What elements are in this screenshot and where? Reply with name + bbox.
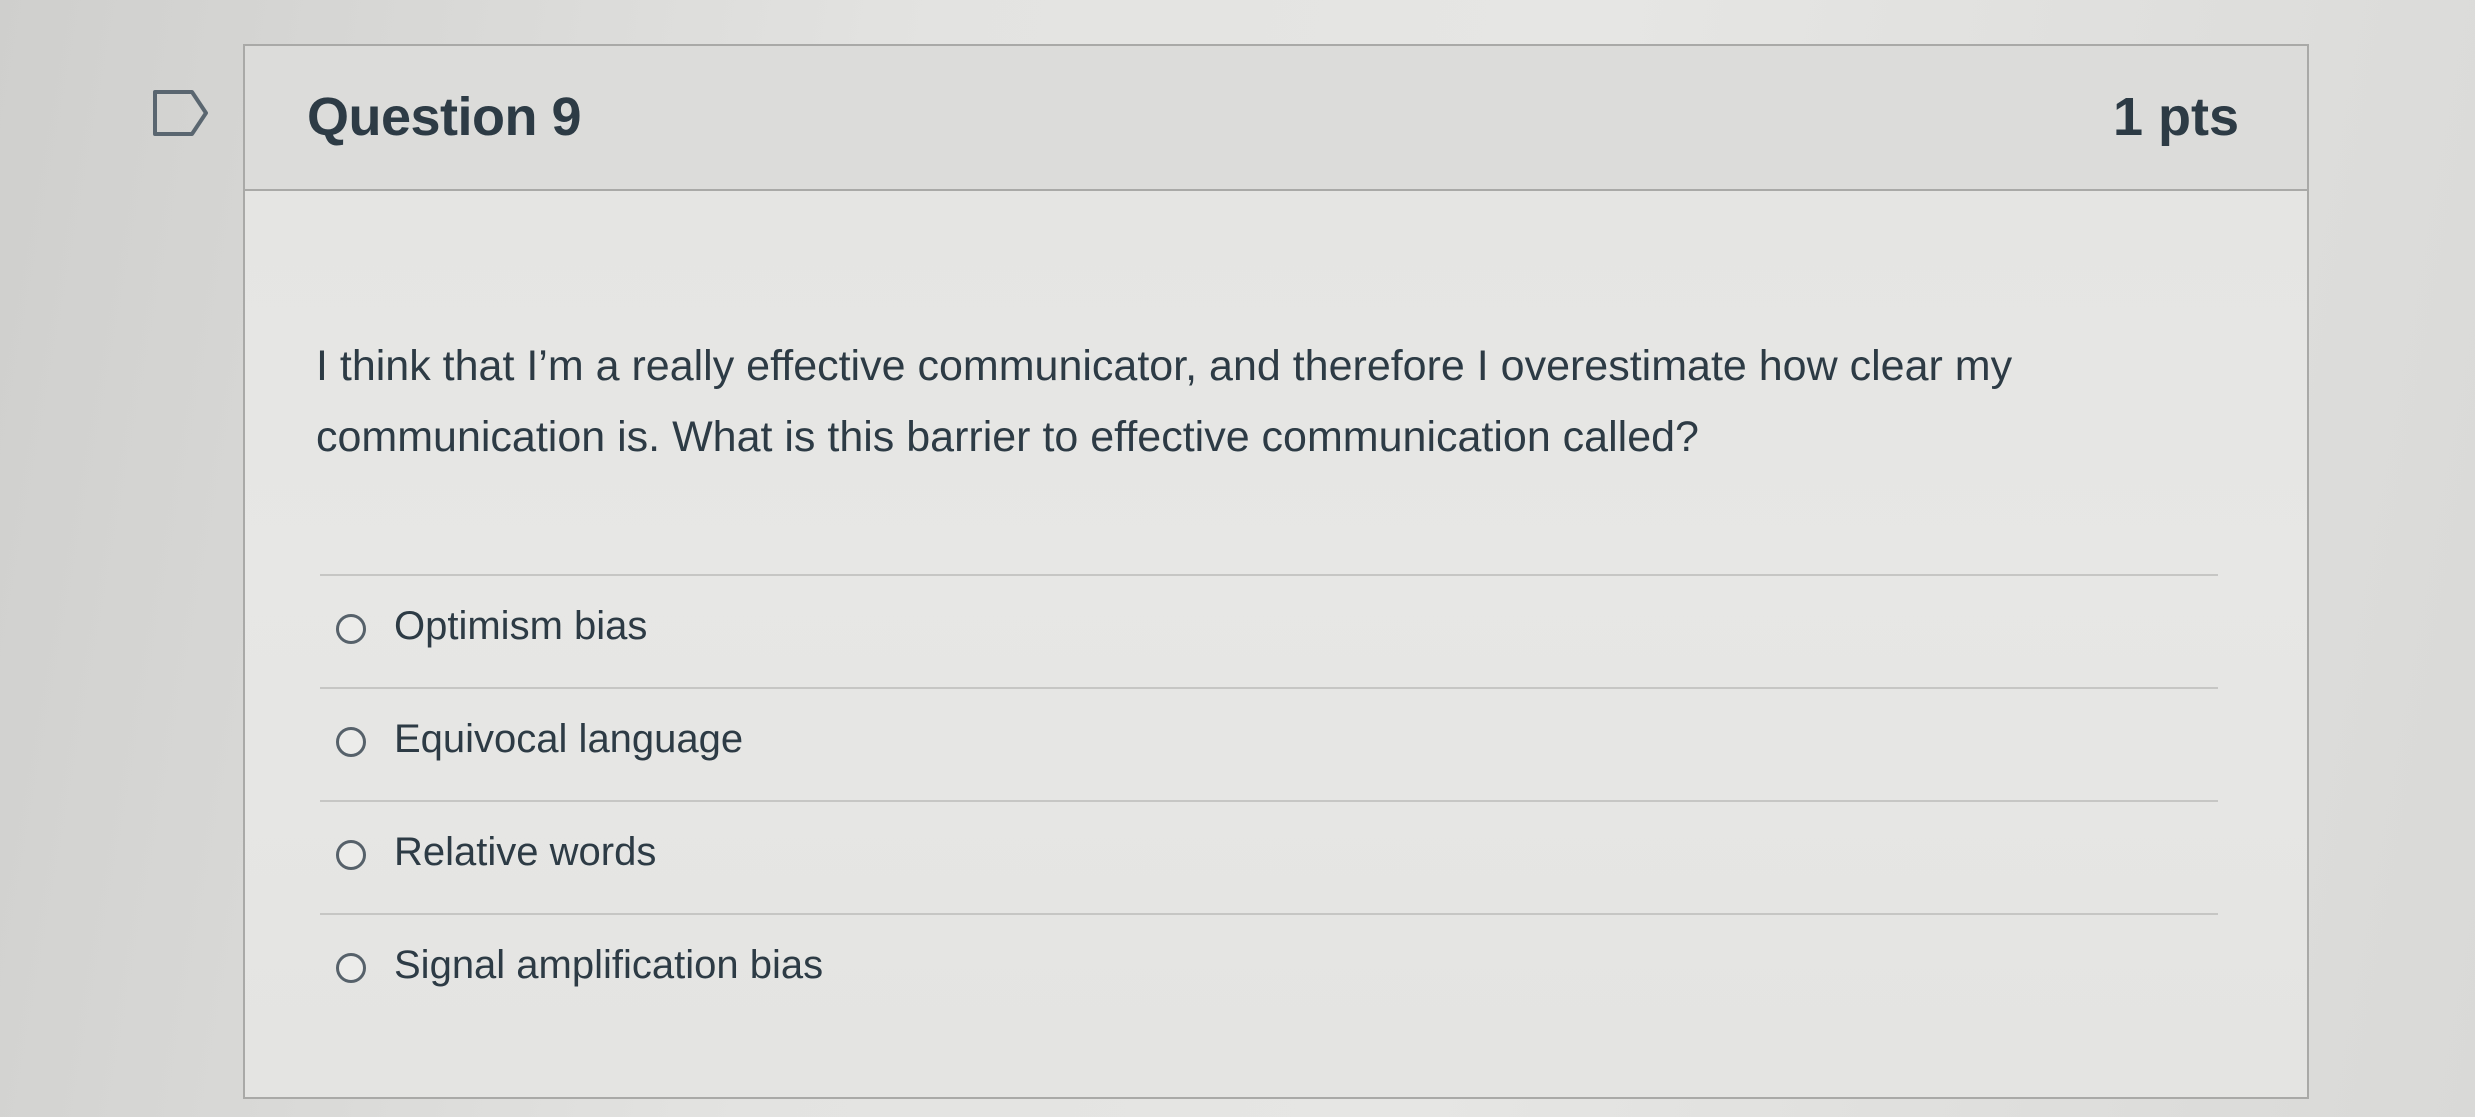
answer-label[interactable]: Signal amplification bias bbox=[394, 943, 823, 988]
answer-label[interactable]: Relative words bbox=[394, 830, 656, 875]
answer-option[interactable]: Equivocal language bbox=[320, 689, 2218, 802]
question-card: Question 9 1 pts I think that I’m a real… bbox=[243, 44, 2309, 1099]
flag-question-icon[interactable] bbox=[152, 88, 210, 138]
question-title: Question 9 bbox=[307, 87, 582, 147]
radio-unselected-icon[interactable] bbox=[336, 727, 366, 757]
answer-list: Optimism bias Equivocal language Relativ… bbox=[320, 574, 2218, 1028]
answer-label[interactable]: Equivocal language bbox=[394, 717, 743, 762]
question-text: I think that I’m a really effective comm… bbox=[316, 342, 2013, 461]
answer-label[interactable]: Optimism bias bbox=[394, 604, 647, 649]
answer-option[interactable]: Optimism bias bbox=[320, 576, 2218, 689]
question-header: Question 9 1 pts bbox=[245, 46, 2307, 191]
radio-unselected-icon[interactable] bbox=[336, 840, 366, 870]
question-points: 1 pts bbox=[2112, 87, 2239, 147]
radio-unselected-icon[interactable] bbox=[336, 614, 366, 644]
radio-unselected-icon[interactable] bbox=[336, 953, 366, 983]
answer-option[interactable]: Signal amplification bias bbox=[320, 915, 2218, 1028]
answer-option[interactable]: Relative words bbox=[320, 802, 2218, 915]
